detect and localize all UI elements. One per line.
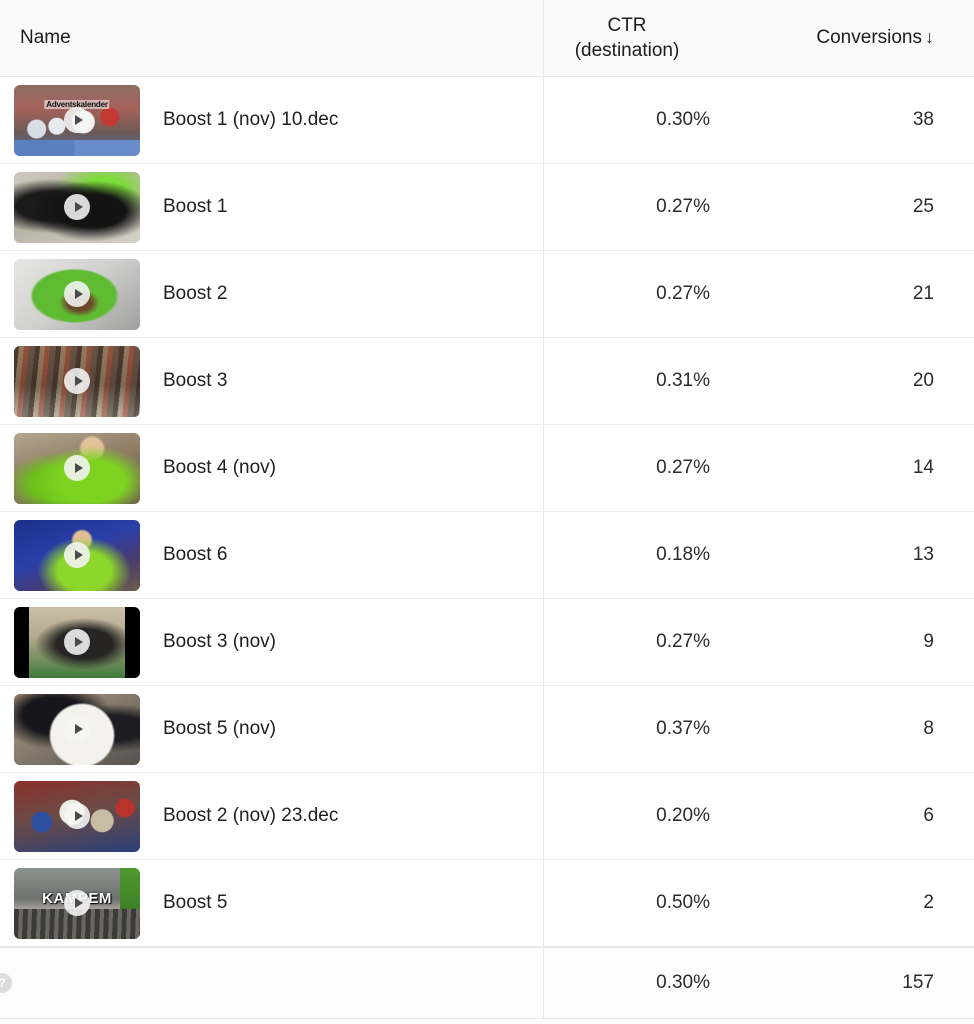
row-name-cell: Boost 2 xyxy=(0,251,544,337)
table-row[interactable]: Boost 2 (nov) 23.dec 0.20% 6 xyxy=(0,773,974,860)
row-name-cell: Boost 2 (nov) 23.dec xyxy=(0,773,544,859)
table-row[interactable]: Boost 1 0.27% 25 xyxy=(0,164,974,251)
column-header-conversions-label: Conversions xyxy=(816,27,922,48)
table-row[interactable]: Boost 3 (nov) 0.27% 9 xyxy=(0,599,974,686)
row-conversions-value: 38 xyxy=(912,109,934,130)
column-header-name-label: Name xyxy=(20,27,71,48)
row-name-label: Boost 3 xyxy=(163,370,228,391)
play-icon[interactable] xyxy=(64,629,90,655)
row-ctr-value: 0.27% xyxy=(656,457,710,478)
play-icon[interactable] xyxy=(64,890,90,916)
row-conversions-value: 8 xyxy=(923,718,934,739)
row-name-label: Boost 1 xyxy=(163,196,228,217)
video-thumbnail[interactable]: Adventskalender xyxy=(14,84,140,156)
column-header-name[interactable]: Name xyxy=(0,0,544,76)
row-name-label: Boost 2 xyxy=(163,283,228,304)
row-name-label: Boost 5 (nov) xyxy=(163,718,276,739)
row-conversions-value: 14 xyxy=(912,457,934,478)
video-thumbnail[interactable] xyxy=(14,171,140,243)
row-ctr-value: 0.31% xyxy=(656,370,710,391)
row-name-label: Boost 3 (nov) xyxy=(163,631,276,652)
row-name-cell: Boost 5 (nov) xyxy=(0,686,544,772)
video-thumbnail[interactable] xyxy=(14,780,140,852)
row-name-cell: KAMPEM Boost 5 xyxy=(0,860,544,946)
row-name-cell: Boost 1 xyxy=(0,164,544,250)
play-icon[interactable] xyxy=(64,194,90,220)
row-ctr-value: 0.30% xyxy=(656,109,710,130)
column-header-conversions[interactable]: Conversions ↓ xyxy=(742,27,974,49)
column-header-ctr-sublabel: (destination) xyxy=(574,40,680,61)
performance-table: Name CTR (destination) Conversions ↓ Adve… xyxy=(0,0,974,1024)
row-conversions-value: 13 xyxy=(912,544,934,565)
row-ctr-value: 0.37% xyxy=(656,718,710,739)
table-row[interactable]: Adventskalender Boost 1 (nov) 10.dec 0.30%… xyxy=(0,77,974,164)
row-name-label: Boost 1 (nov) 10.dec xyxy=(163,109,339,130)
table-body: Adventskalender Boost 1 (nov) 10.dec 0.30%… xyxy=(0,77,974,947)
play-icon[interactable] xyxy=(64,716,90,742)
table-header-row: Name CTR (destination) Conversions ↓ xyxy=(0,0,974,77)
row-ctr-value: 0.18% xyxy=(656,544,710,565)
video-thumbnail[interactable] xyxy=(14,519,140,591)
row-conversions-value: 21 xyxy=(912,283,934,304)
play-icon[interactable] xyxy=(64,281,90,307)
video-thumbnail[interactable] xyxy=(14,693,140,765)
help-icon[interactable]: ? xyxy=(0,973,12,993)
row-conversions-value: 2 xyxy=(923,892,934,913)
play-icon[interactable] xyxy=(64,803,90,829)
row-ctr-value: 0.20% xyxy=(656,805,710,826)
table-totals-row: ? 0.30% 157 xyxy=(0,947,974,1019)
play-icon[interactable] xyxy=(64,368,90,394)
row-name-cell: Adventskalender Boost 1 (nov) 10.dec xyxy=(0,77,544,163)
table-row[interactable]: Boost 2 0.27% 21 xyxy=(0,251,974,338)
row-name-label: Boost 4 (nov) xyxy=(163,457,276,478)
table-row[interactable]: KAMPEM Boost 5 0.50% 2 xyxy=(0,860,974,947)
play-icon[interactable] xyxy=(64,542,90,568)
row-name-label: Boost 6 xyxy=(163,544,228,565)
totals-ctr-value: 0.30% xyxy=(656,972,710,993)
video-thumbnail[interactable] xyxy=(14,258,140,330)
play-icon[interactable] xyxy=(64,107,90,133)
row-ctr-value: 0.27% xyxy=(656,283,710,304)
row-name-label: Boost 2 (nov) 23.dec xyxy=(163,805,339,826)
row-ctr-value: 0.27% xyxy=(656,196,710,217)
video-thumbnail[interactable] xyxy=(14,345,140,417)
video-thumbnail[interactable]: KAMPEM xyxy=(14,867,140,939)
table-row[interactable]: Boost 6 0.18% 13 xyxy=(0,512,974,599)
sort-descending-icon[interactable]: ↓ xyxy=(925,27,934,47)
table-row[interactable]: Boost 5 (nov) 0.37% 8 xyxy=(0,686,974,773)
row-name-cell: Boost 4 (nov) xyxy=(0,425,544,511)
table-row[interactable]: Boost 3 0.31% 20 xyxy=(0,338,974,425)
row-conversions-value: 20 xyxy=(912,370,934,391)
totals-name-cell: ? xyxy=(0,948,544,1018)
row-name-cell: Boost 3 (nov) xyxy=(0,599,544,685)
play-icon[interactable] xyxy=(64,455,90,481)
row-name-cell: Boost 3 xyxy=(0,338,544,424)
row-ctr-value: 0.50% xyxy=(656,892,710,913)
totals-conversions-value: 157 xyxy=(902,972,934,993)
row-conversions-value: 25 xyxy=(912,196,934,217)
row-name-cell: Boost 6 xyxy=(0,512,544,598)
row-conversions-value: 6 xyxy=(923,805,934,826)
row-name-label: Boost 5 xyxy=(163,892,228,913)
row-conversions-value: 9 xyxy=(923,631,934,652)
video-thumbnail[interactable] xyxy=(14,606,140,678)
column-header-ctr[interactable]: CTR (destination) xyxy=(544,13,742,63)
table-row[interactable]: Boost 4 (nov) 0.27% 14 xyxy=(0,425,974,512)
video-thumbnail[interactable] xyxy=(14,432,140,504)
row-ctr-value: 0.27% xyxy=(656,631,710,652)
column-header-ctr-label: CTR xyxy=(607,14,647,36)
